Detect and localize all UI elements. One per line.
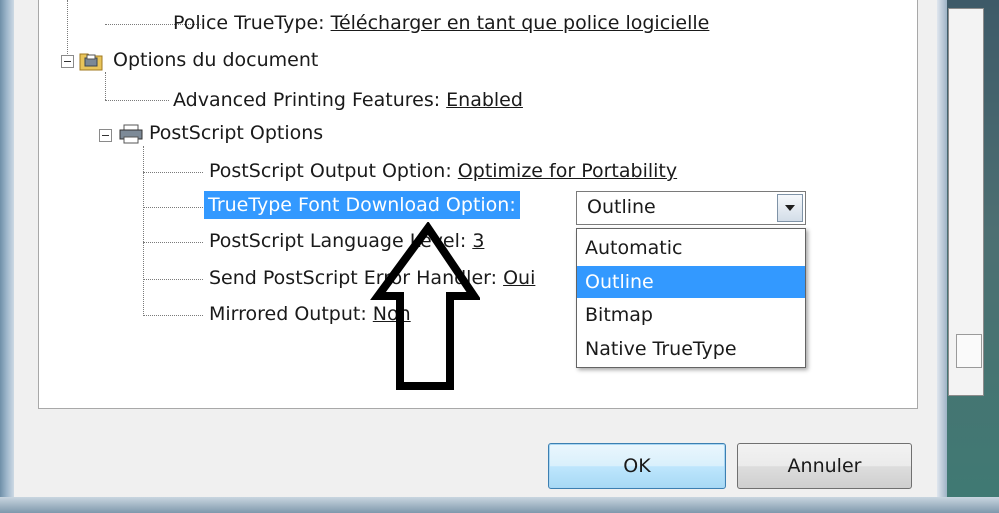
window-frame-bottom	[0, 497, 999, 513]
tree-line	[143, 172, 203, 173]
tree-item-truetype-download[interactable]: TrueType Font Download Option:	[204, 191, 520, 219]
tree-item-label: Mirrored Output:	[209, 303, 373, 325]
tree-line	[105, 100, 169, 101]
tree-item-advanced-printing[interactable]: Advanced Printing Features: Enabled	[173, 88, 523, 112]
truetype-download-select[interactable]: Outline	[576, 191, 806, 225]
tree-item-postscript-output[interactable]: PostScript Output Option: Optimize for P…	[209, 159, 677, 183]
dropdown-option-automatic[interactable]: Automatic	[577, 232, 805, 264]
tree-item-value[interactable]: Enabled	[446, 89, 523, 111]
tree-item-value[interactable]: Optimize for Portability	[458, 160, 677, 182]
tree-line	[143, 207, 203, 208]
dropdown-option-outline[interactable]: Outline	[577, 266, 805, 298]
tree-line	[143, 242, 203, 243]
dropdown-option-bitmap[interactable]: Bitmap	[577, 299, 805, 331]
printer-folder-icon	[79, 53, 103, 71]
printer-icon	[119, 124, 143, 144]
tree-item-value[interactable]: Télécharger en tant que police logiciell…	[331, 12, 710, 34]
up-arrow-annotation	[370, 222, 480, 390]
tree-line	[105, 72, 106, 100]
ok-button[interactable]: OK	[548, 443, 726, 489]
frame-right-edge	[937, 0, 947, 513]
tree-line	[143, 315, 203, 316]
cancel-button[interactable]: Annuler	[737, 443, 912, 489]
tree-line	[143, 279, 203, 280]
dropdown-option-native-truetype[interactable]: Native TrueType	[577, 333, 805, 365]
collapse-icon[interactable]	[61, 55, 74, 68]
window-frame-left	[0, 0, 14, 513]
dropdown-button[interactable]	[777, 194, 803, 222]
collapse-icon[interactable]	[99, 129, 112, 142]
tree-item-options-document[interactable]: Options du document	[113, 48, 318, 72]
tree-item-label: PostScript Output Option:	[209, 160, 458, 182]
combo-selected-value: Outline	[587, 196, 656, 218]
tree-line	[67, 0, 68, 62]
tree-item-label: Police TrueType:	[173, 12, 331, 34]
tree-item-label: Advanced Printing Features:	[173, 89, 447, 111]
tree-item-police-truetype[interactable]: Police TrueType: Télécharger en tant que…	[173, 11, 709, 35]
tree-item-value[interactable]: Oui	[503, 267, 535, 289]
background-window-field	[956, 334, 982, 368]
dropdown-list[interactable]: Automatic Outline Bitmap Native TrueType	[576, 228, 806, 368]
tree-item-postscript-options[interactable]: PostScript Options	[149, 121, 323, 145]
chevron-down-icon	[785, 205, 795, 211]
